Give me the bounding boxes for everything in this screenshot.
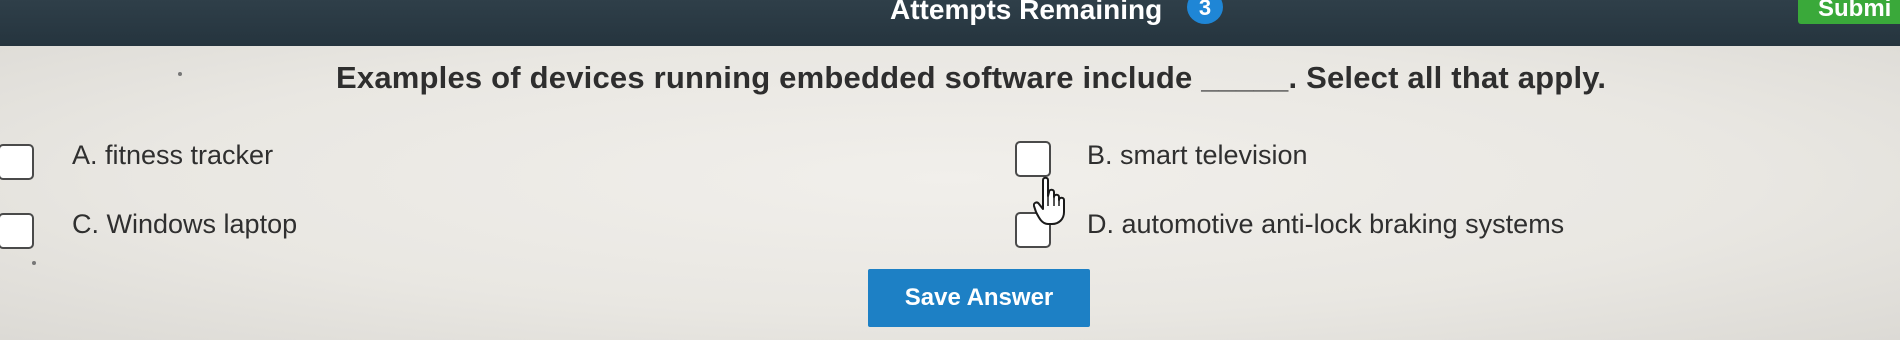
attempts-remaining-label: Attempts Remaining bbox=[890, 0, 1163, 25]
option-a-label[interactable]: A. fitness tracker bbox=[72, 140, 273, 171]
question-panel: Examples of devices running embedded sof… bbox=[0, 46, 1900, 340]
option-c-checkbox[interactable] bbox=[0, 213, 34, 249]
save-answer-button[interactable]: Save Answer bbox=[868, 269, 1090, 327]
option-b-checkbox[interactable] bbox=[1015, 141, 1051, 177]
speck bbox=[178, 72, 182, 76]
option-d-label[interactable]: D. automotive anti-lock braking systems bbox=[1087, 209, 1564, 240]
option-b-label[interactable]: B. smart television bbox=[1087, 140, 1308, 171]
question-text: Examples of devices running embedded sof… bbox=[336, 60, 1607, 95]
option-c-label[interactable]: C. Windows laptop bbox=[72, 209, 297, 240]
option-a-checkbox[interactable] bbox=[0, 144, 34, 180]
speck bbox=[32, 261, 36, 265]
hand-pointer-icon bbox=[1033, 176, 1065, 225]
top-bar: Attempts Remaining 3 Submi bbox=[0, 0, 1900, 46]
attempts-count-badge: 3 bbox=[1187, 0, 1223, 24]
submit-button[interactable]: Submi bbox=[1798, 0, 1900, 24]
